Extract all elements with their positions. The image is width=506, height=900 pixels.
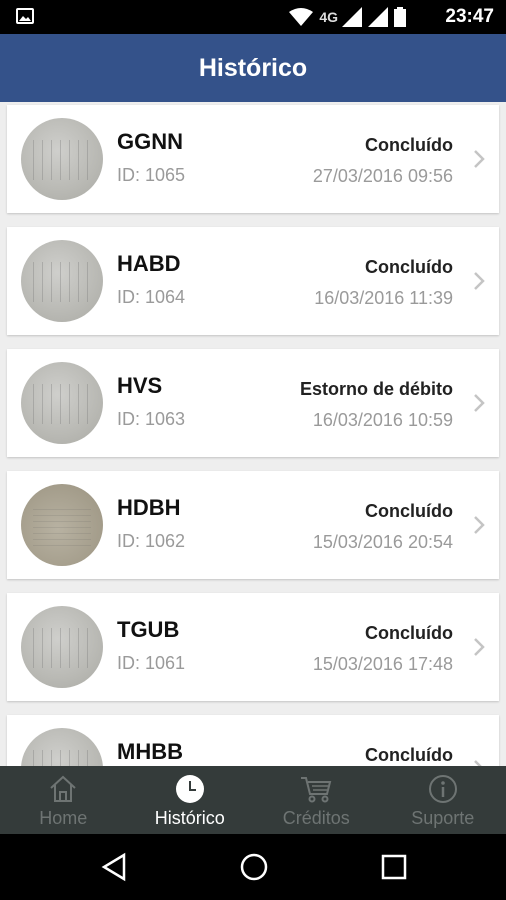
transaction-row[interactable]: HVS ID: 1063 Estorno de débito 16/03/201…	[7, 349, 499, 457]
image-notification-icon	[16, 8, 34, 24]
cart-icon	[301, 777, 332, 803]
status-bar: 4G 23:47	[0, 0, 506, 34]
transaction-code: GGNN	[117, 129, 183, 154]
system-navigation-bar	[0, 834, 506, 900]
transaction-thumbnail	[21, 362, 103, 444]
transaction-date: 15/03/2016 20:54	[312, 532, 453, 552]
transaction-id: ID: 1062	[117, 531, 186, 551]
transaction-row[interactable]: TGUB ID: 1061 Concluído 15/03/2016 17:48	[7, 593, 499, 701]
transaction-thumbnail	[21, 484, 103, 566]
home-circle-icon[interactable]	[239, 852, 269, 882]
transaction-thumbnail	[21, 240, 103, 322]
home-icon	[50, 775, 76, 802]
transaction-date: 16/03/2016 10:59	[312, 410, 453, 430]
page-title: Histórico	[198, 53, 308, 82]
signal-icon-2	[368, 7, 388, 27]
transaction-id: ID: 1061	[117, 653, 186, 673]
transaction-date: 16/03/2016 11:39	[314, 288, 453, 308]
transaction-thumbnail	[21, 728, 103, 766]
chevron-right-icon	[474, 150, 485, 168]
transaction-date: 27/03/2016 09:56	[312, 166, 453, 186]
transaction-code: HABD	[117, 251, 181, 276]
transaction-code: TGUB	[117, 617, 180, 642]
transaction-status: Concluído	[365, 623, 453, 643]
transaction-id: ID: 1063	[117, 409, 186, 429]
transaction-status: Concluído	[365, 135, 453, 155]
network-type-label: 4G	[319, 9, 338, 25]
chevron-right-icon	[474, 272, 485, 290]
transaction-code: HDBH	[117, 495, 181, 520]
transaction-id: ID: 1065	[117, 165, 186, 185]
status-icons: 4G	[289, 6, 406, 28]
transaction-row[interactable]: HDBH ID: 1062 Concluído 15/03/2016 20:54	[7, 471, 499, 579]
nav-creditos-label: Créditos	[282, 808, 350, 828]
chevron-right-icon	[474, 638, 485, 656]
transaction-status: Estorno de débito	[300, 379, 453, 399]
chevron-right-icon	[474, 394, 485, 412]
transaction-row[interactable]: MHBB Concluído	[7, 715, 499, 766]
transaction-list: GGNN ID: 1065 Concluído 27/03/2016 09:56…	[0, 102, 506, 766]
transaction-id: ID: 1064	[117, 287, 186, 307]
nav-home-label: Home	[39, 808, 88, 828]
nav-creditos[interactable]: Créditos	[253, 766, 380, 834]
bottom-navigation: Home Histórico Créditos Suporte	[0, 766, 506, 834]
back-icon[interactable]	[100, 852, 128, 882]
battery-icon	[394, 7, 406, 27]
transaction-status: Concluído	[365, 745, 453, 765]
status-clock: 23:47	[445, 6, 494, 27]
nav-historico[interactable]: Histórico	[127, 766, 254, 834]
recents-icon[interactable]	[381, 852, 407, 882]
chevron-right-icon	[474, 516, 485, 534]
info-icon	[428, 775, 457, 803]
nav-suporte-label: Suporte	[411, 808, 475, 828]
transaction-row[interactable]: HABD ID: 1064 Concluído 16/03/2016 11:39	[7, 227, 499, 335]
transaction-thumbnail	[21, 118, 103, 200]
transaction-thumbnail	[21, 606, 103, 688]
clock-icon	[175, 775, 204, 803]
signal-icon	[342, 7, 362, 27]
transaction-status: Concluído	[365, 257, 453, 277]
transaction-date: 15/03/2016 17:48	[312, 654, 453, 674]
nav-historico-label: Histórico	[154, 808, 225, 828]
nav-suporte[interactable]: Suporte	[380, 766, 506, 834]
wifi-icon	[289, 8, 314, 26]
nav-home[interactable]: Home	[0, 766, 127, 834]
transaction-code: MHBB	[117, 739, 183, 764]
chevron-right-icon	[474, 760, 482, 766]
transaction-status: Concluído	[365, 501, 453, 521]
transaction-row[interactable]: GGNN ID: 1065 Concluído 27/03/2016 09:56	[7, 105, 499, 213]
transaction-code: HVS	[117, 373, 163, 398]
app-bar: Histórico	[0, 34, 506, 102]
